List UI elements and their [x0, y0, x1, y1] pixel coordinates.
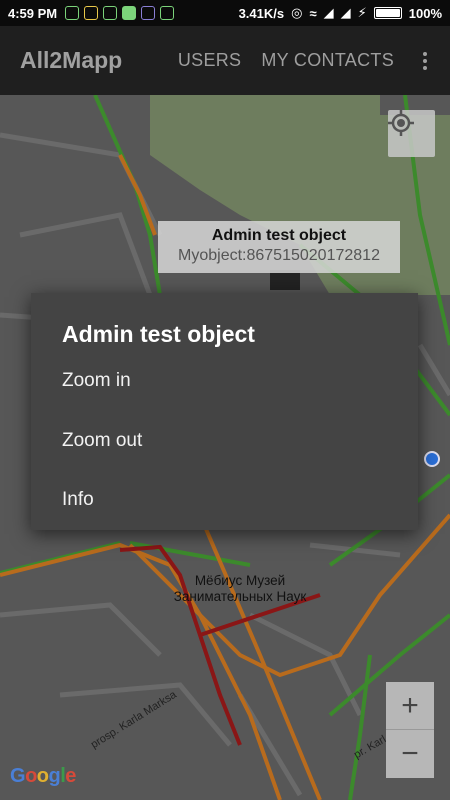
crosshair-icon: [388, 110, 414, 136]
my-location-dot: [424, 451, 440, 467]
battery-percent: 100%: [408, 5, 442, 21]
hotspot-icon: ◎: [291, 5, 303, 20]
my-location-button[interactable]: [388, 110, 435, 157]
status-right: 3.41K/s ◎ ≈ ◢ ◢ ⚡ 100%: [239, 5, 442, 21]
info-window-title: Admin test object: [211, 227, 347, 244]
notification-icon: [160, 6, 175, 20]
charging-icon: ⚡: [357, 5, 367, 20]
zoom-out-button[interactable]: −: [386, 730, 434, 778]
zoom-in-option[interactable]: Zoom in: [62, 361, 392, 401]
signal-icon: ◢: [340, 5, 351, 20]
tab-users[interactable]: USERS: [178, 50, 242, 71]
wifi-icon: ≈: [309, 5, 317, 21]
status-bar: 4:59 PM 3.41K/s ◎ ≈ ◢ ◢ ⚡ 100%: [0, 0, 450, 26]
notification-icon: [122, 6, 137, 20]
dialog-title: Admin test object: [62, 321, 255, 347]
network-speed: 3.41K/s: [238, 5, 285, 21]
marker-options-dialog: Admin test object Zoom in Zoom out Info: [31, 293, 418, 530]
poi-label: Мёбиус Музей Занимательных Наук: [173, 573, 307, 604]
app-title: All2Mapp: [20, 47, 123, 73]
notification-icon: [141, 6, 156, 20]
notification-icon: [103, 6, 118, 20]
info-option[interactable]: Info: [62, 480, 392, 520]
overflow-menu-icon[interactable]: [414, 51, 436, 70]
status-time: 4:59 PM: [8, 5, 58, 21]
notification-icon: [84, 6, 99, 20]
marker-info-window[interactable]: Admin test object Myobject:8675150201728…: [158, 221, 400, 273]
signal-icon: ◢: [323, 5, 334, 20]
notification-icon: [65, 6, 80, 20]
app-bar: All2Mapp USERS MY CONTACTS: [0, 26, 450, 95]
zoom-out-option[interactable]: Zoom out: [62, 421, 392, 461]
tab-my-contacts[interactable]: MY CONTACTS: [261, 50, 394, 71]
google-logo: Google: [10, 765, 76, 787]
info-window-snippet: Myobject:867515020172812: [178, 247, 380, 264]
app-tabs: USERS MY CONTACTS: [178, 50, 450, 71]
zoom-in-button[interactable]: +: [386, 682, 434, 730]
battery-icon: [373, 7, 402, 19]
